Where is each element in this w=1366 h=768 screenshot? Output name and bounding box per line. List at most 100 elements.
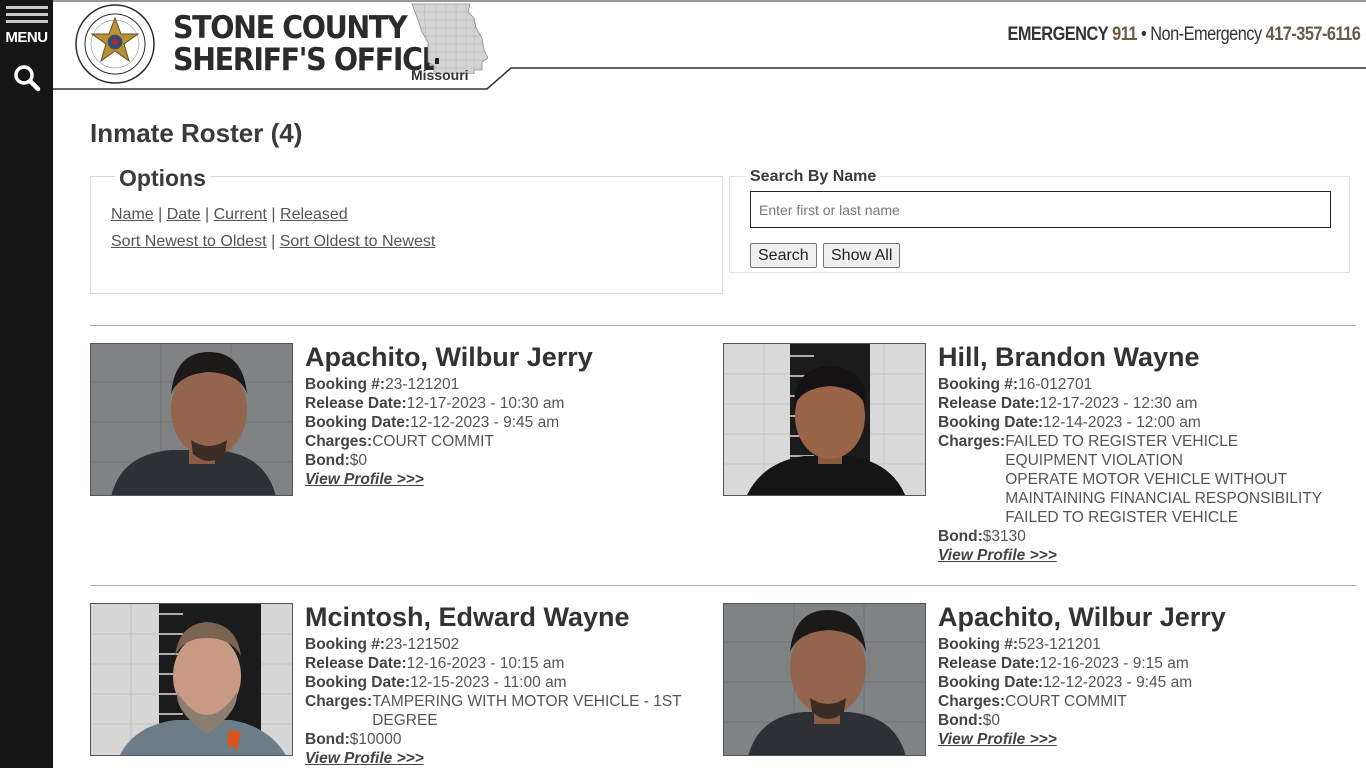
mugshot-photo[interactable] <box>90 343 293 496</box>
charge: FAILED TO REGISTER VEHICLE <box>1005 509 1239 526</box>
menu-label: MENU <box>5 29 48 46</box>
booking-number: 23-121502 <box>385 636 460 653</box>
release-date-row: Release Date: 12-17-2023 - 12:30 am <box>938 394 1338 413</box>
release-date-label: Release Date: <box>938 655 1040 672</box>
charges-label: Charges: <box>938 433 1006 450</box>
name-search-input[interactable] <box>750 191 1331 228</box>
release-date-row: Release Date: 12-16-2023 - 9:15 am <box>938 654 1338 673</box>
phone-separator: • <box>1140 24 1147 45</box>
inmate-name[interactable]: Mcintosh, Edward Wayne <box>305 600 705 634</box>
mugshot-photo[interactable] <box>90 603 293 756</box>
nonemergency-label: Non-Emergency <box>1149 24 1262 45</box>
booking-date: 12-12-2023 - 9:45 am <box>410 414 560 431</box>
release-date: 12-17-2023 - 10:30 am <box>406 395 565 412</box>
mugshot-photo[interactable] <box>723 603 926 756</box>
booking-date-row: Booking Date: 12-15-2023 - 11:00 am <box>305 673 705 692</box>
mugshot-photo[interactable] <box>723 343 926 496</box>
sort-newest-link[interactable]: Sort Newest to Oldest <box>111 233 267 250</box>
bond-amount: $0 <box>982 712 1001 729</box>
charge: COURT COMMIT <box>1005 693 1127 710</box>
bond-label: Bond: <box>938 712 983 729</box>
options-panel: Options Name | Date | Current | Released… <box>90 165 723 294</box>
inmate-name[interactable]: Hill, Brandon Wayne <box>938 340 1338 374</box>
view-profile-link[interactable]: View Profile >>> <box>305 471 424 488</box>
divider <box>90 585 1356 586</box>
release-date: 12-17-2023 - 12:30 am <box>1039 395 1198 412</box>
release-date-row: Release Date: 12-16-2023 - 10:15 am <box>305 654 705 673</box>
charge: FAILED TO REGISTER VEHICLE <box>1005 433 1239 450</box>
missouri-map-icon <box>411 3 488 74</box>
charges-row: Charges: COURT COMMIT <box>938 692 1338 711</box>
booking-number: 16-012701 <box>1018 376 1093 393</box>
emergency-label: EMERGENCY <box>1007 24 1108 45</box>
divider <box>90 325 1356 326</box>
booking-number-row: Booking #: 16-012701 <box>938 375 1338 394</box>
booking-date-label: Booking Date: <box>938 674 1044 691</box>
nonemergency-number[interactable]: 417-357-6116 <box>1265 24 1360 45</box>
booking-number-label: Booking #: <box>938 376 1019 393</box>
view-profile-link[interactable]: View Profile >>> <box>938 731 1057 748</box>
release-date-label: Release Date: <box>305 395 407 412</box>
charges-row: Charges: TAMPERING WITH MOTOR VEHICLE - … <box>305 692 705 730</box>
show-all-button[interactable]: Show All <box>823 243 901 268</box>
inmate-name[interactable]: Apachito, Wilbur Jerry <box>938 600 1338 634</box>
booking-number-row: Booking #: 523-121201 <box>938 635 1338 654</box>
page-title: Inmate Roster (4) <box>90 118 303 148</box>
sort-by-name-link[interactable]: Name <box>111 206 154 223</box>
booking-date-row: Booking Date: 12-12-2023 - 9:45 am <box>938 673 1338 692</box>
inmate-name[interactable]: Apachito, Wilbur Jerry <box>305 340 705 374</box>
charges-label: Charges: <box>305 693 373 710</box>
sort-oldest-link[interactable]: Sort Oldest to Newest <box>280 233 436 250</box>
hamburger-icon <box>5 6 48 27</box>
bond-row: Bond: $0 <box>305 451 705 470</box>
link-separator: | <box>205 206 210 223</box>
link-separator: | <box>271 233 276 250</box>
sort-by-date-link[interactable]: Date <box>167 206 201 223</box>
booking-number-label: Booking #: <box>938 636 1019 653</box>
booking-number-label: Booking #: <box>305 636 386 653</box>
release-date: 12-16-2023 - 10:15 am <box>406 655 565 672</box>
bond-amount: $3130 <box>982 528 1026 545</box>
state-label: Missouri <box>411 67 469 83</box>
site-header: STONE COUNTY SHERIFF'S OFFICE Missouri E… <box>53 0 1366 92</box>
search-toggle-button[interactable] <box>0 62 53 94</box>
bond-label: Bond: <box>305 452 350 469</box>
link-separator: | <box>158 206 163 223</box>
booking-number: 23-121201 <box>385 376 460 393</box>
inmate-info: Apachito, Wilbur Jerry Booking #: 23-1212… <box>305 340 705 489</box>
booking-date: 12-12-2023 - 9:45 am <box>1043 674 1193 691</box>
view-profile-link[interactable]: View Profile >>> <box>305 750 424 767</box>
search-panel: Search By Name Search Show All <box>729 168 1350 273</box>
search-button[interactable]: Search <box>750 243 817 268</box>
side-rail: MENU <box>0 0 53 768</box>
charge: DEGREE <box>372 712 438 729</box>
org-name-line2: SHERIFF'S OFFICE <box>173 42 441 78</box>
charge: EQUIPMENT VIOLATION <box>1005 452 1183 469</box>
charge: OPERATE MOTOR VEHICLE WITHOUT <box>1005 471 1288 488</box>
bond-amount: $10000 <box>349 731 402 748</box>
charges-label: Charges: <box>305 433 373 450</box>
org-name[interactable]: STONE COUNTY SHERIFF'S OFFICE <box>173 12 441 78</box>
filter-released-link[interactable]: Released <box>280 206 348 223</box>
bond-amount: $0 <box>349 452 368 469</box>
charges-label: Charges: <box>938 693 1006 710</box>
bond-row: Bond: $3130 <box>938 527 1338 546</box>
release-date: 12-16-2023 - 9:15 am <box>1039 655 1189 672</box>
bond-label: Bond: <box>938 528 983 545</box>
emergency-number[interactable]: 911 <box>1112 24 1137 45</box>
booking-date-row: Booking Date: 12-14-2023 - 12:00 am <box>938 413 1338 432</box>
booking-number-row: Booking #: 23-121502 <box>305 635 705 654</box>
sheriff-seal-logo[interactable] <box>75 4 155 84</box>
bond-row: Bond: $10000 <box>305 730 705 749</box>
booking-date-row: Booking Date: 12-12-2023 - 9:45 am <box>305 413 705 432</box>
inmate-info: Apachito, Wilbur Jerry Booking #: 523-121… <box>938 600 1338 749</box>
release-date-row: Release Date: 12-17-2023 - 10:30 am <box>305 394 705 413</box>
filter-current-link[interactable]: Current <box>214 206 267 223</box>
booking-date-label: Booking Date: <box>305 414 411 431</box>
booking-number-row: Booking #: 23-121201 <box>305 375 705 394</box>
menu-button[interactable]: MENU <box>0 0 53 56</box>
phone-numbers: EMERGENCY 911 • Non-Emergency 417-357-61… <box>1007 24 1360 46</box>
charge: MAINTAINING FINANCIAL RESPONSIBILITY <box>1005 490 1323 507</box>
view-profile-link[interactable]: View Profile >>> <box>938 547 1057 564</box>
options-legend: Options <box>115 165 210 192</box>
